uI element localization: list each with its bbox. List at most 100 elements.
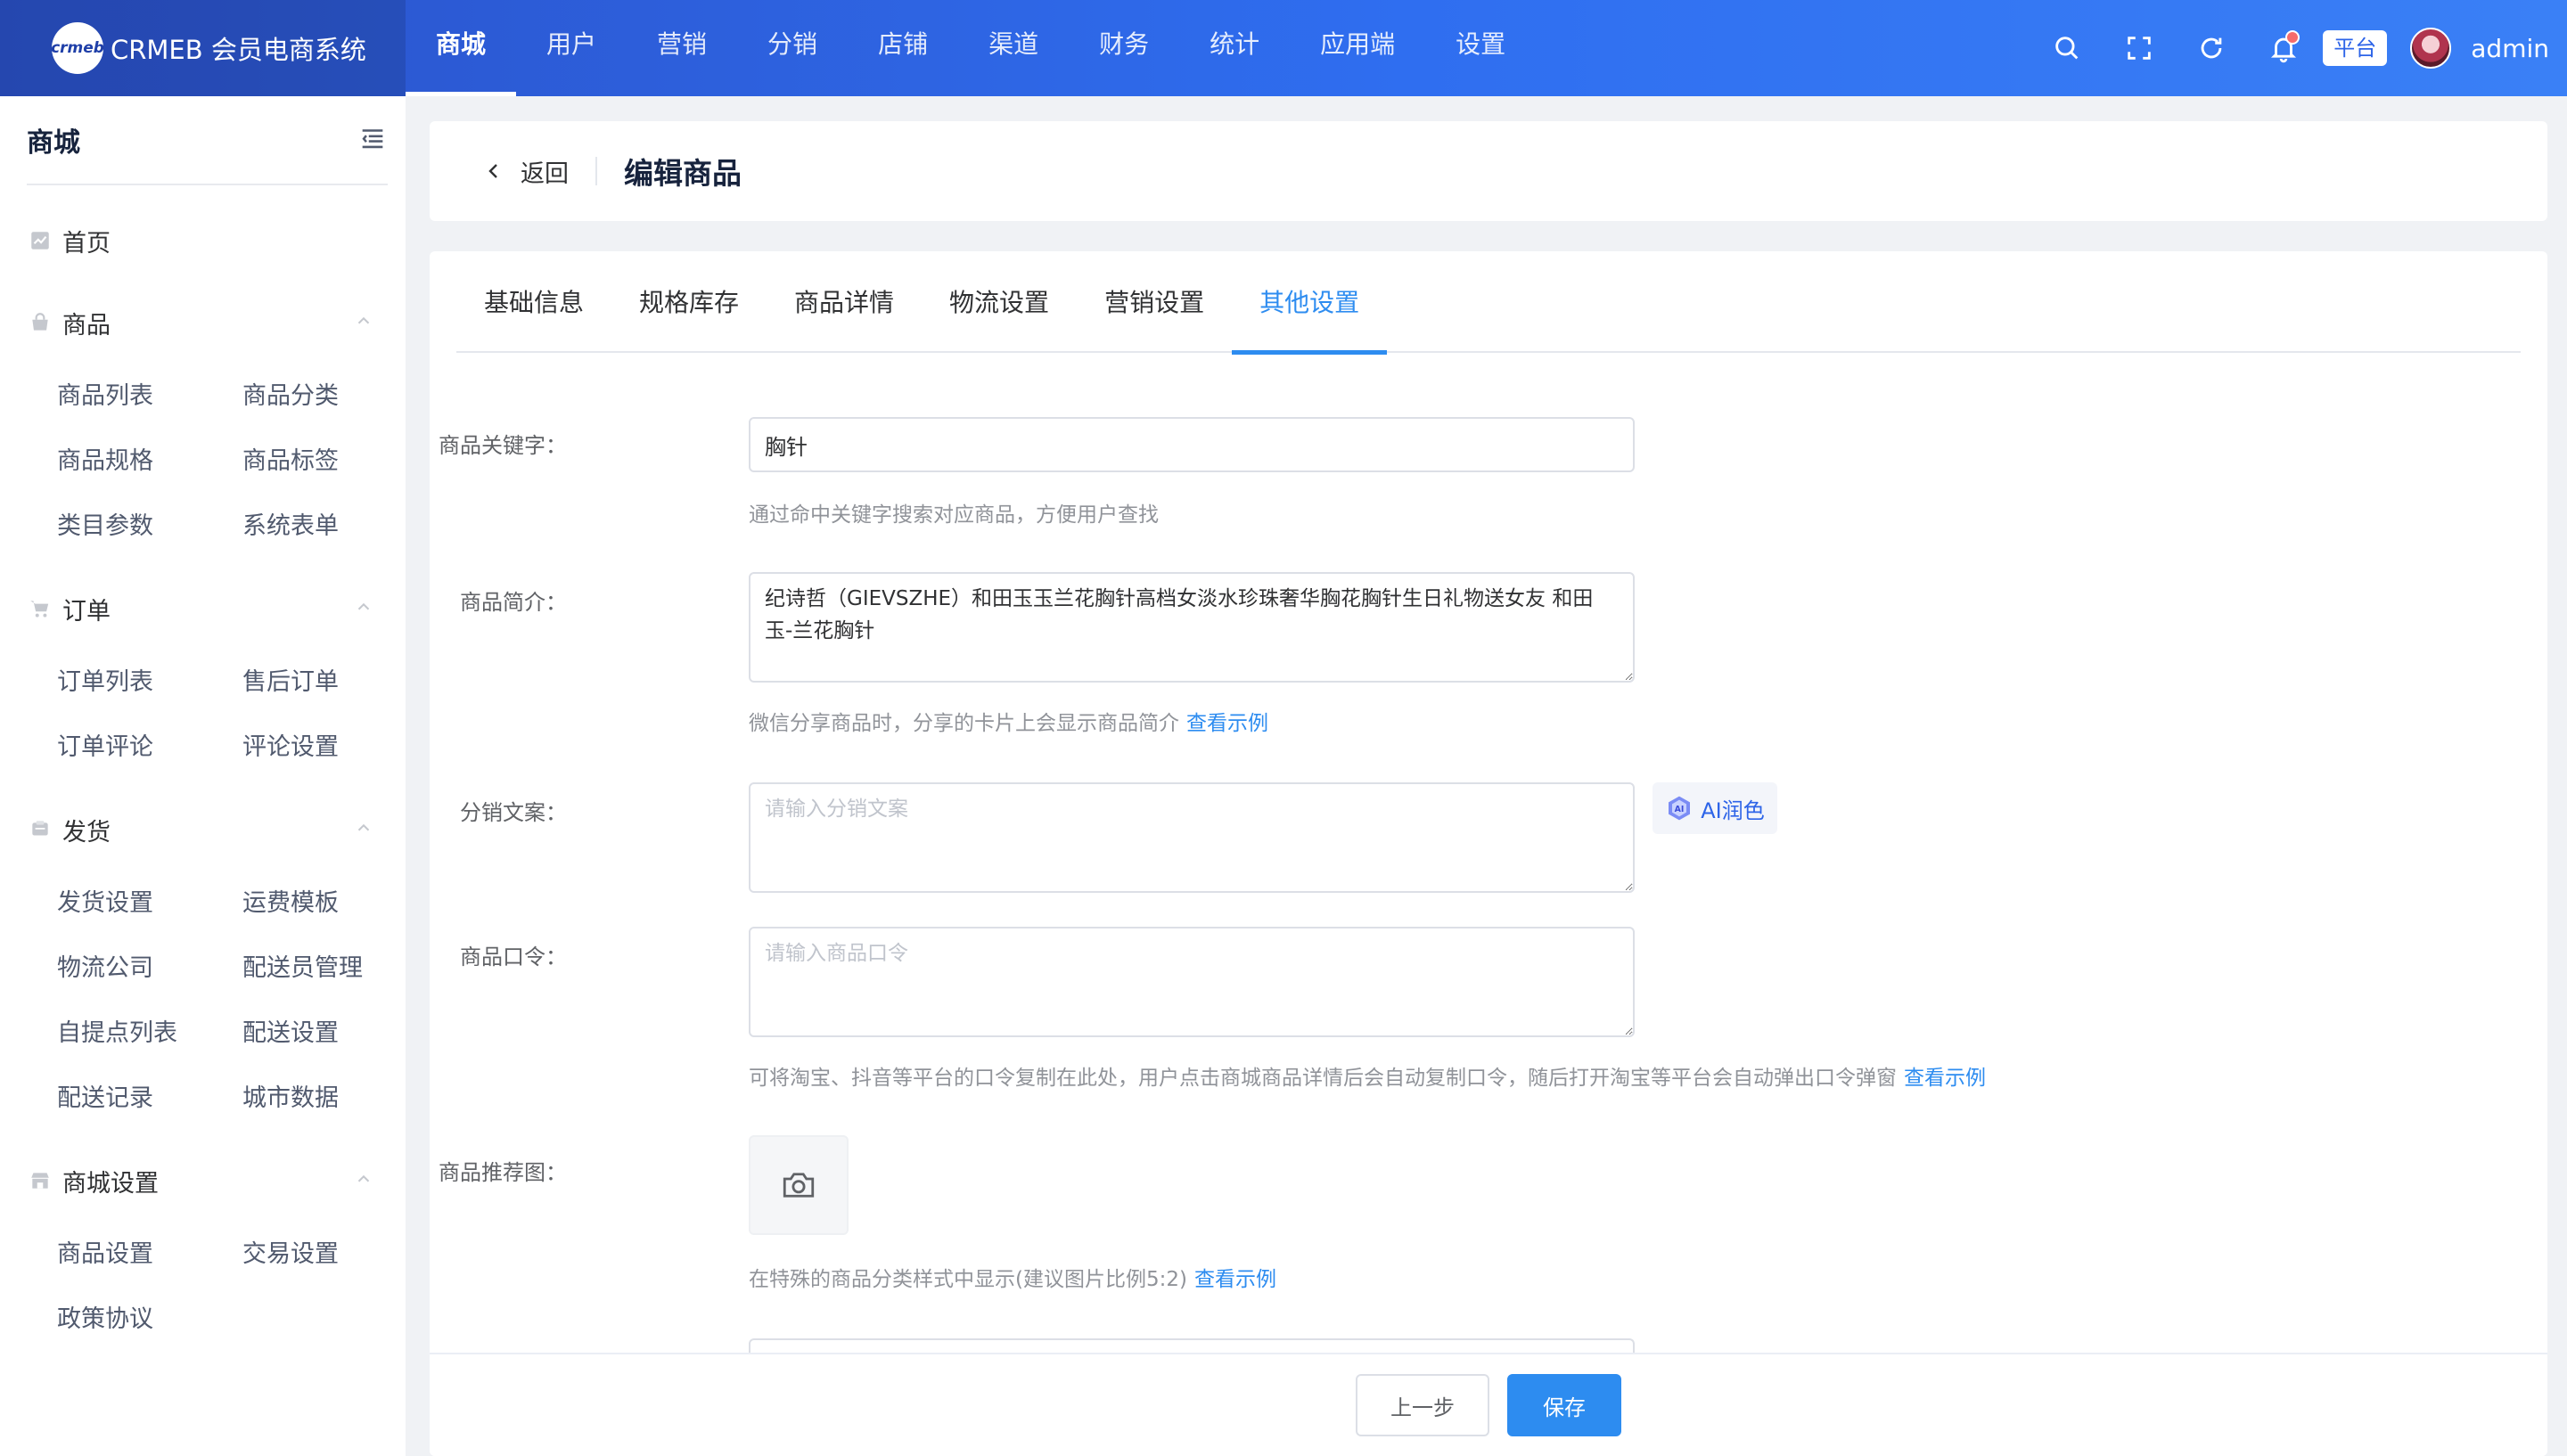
sidebar-item-policy[interactable]: 政策协议 [57,1287,242,1352]
bell-icon[interactable] [2264,29,2303,68]
sidebar-group-mall-settings-head[interactable]: 商城设置 [0,1140,406,1222]
sidebar-item-product-settings[interactable]: 商品设置 [57,1222,242,1287]
sidebar-item-city-data[interactable]: 城市数据 [242,1066,421,1131]
sidebar-item-home[interactable]: 首页 [0,200,406,282]
brand-logo[interactable]: crmeb CRMEB 会员电商系统 [0,0,406,96]
sidebar-group-products-head[interactable]: 商品 [0,282,406,364]
recommend-image-hint-text: 在特殊的商品分类样式中显示(建议图片比例5:2) [749,1268,1187,1291]
chevron-up-icon [354,595,373,623]
sidebar-item-pickup-points[interactable]: 自提点列表 [57,1001,242,1066]
refresh-icon[interactable] [2192,29,2231,68]
top-nav-item-settings[interactable]: 设置 [1425,0,1536,96]
back-button[interactable]: 返回 [483,154,569,189]
sidebar-item-shipping-settings[interactable]: 发货设置 [57,871,242,936]
tab-other-settings[interactable]: 其他设置 [1232,251,1388,355]
sidebar-item-freight-template[interactable]: 运费模板 [242,871,421,936]
sidebar-group-label: 发货 [62,818,111,847]
sidebar-item-order-list[interactable]: 订单列表 [57,650,242,715]
command-hint-text: 可将淘宝、抖音等平台的口令复制在此处，用户点击商城商品详情后会自动复制口令，随后… [749,1067,1897,1090]
prev-step-button[interactable]: 上一步 [1356,1374,1489,1436]
sidebar-item-delivery-settings[interactable]: 配送设置 [242,1001,421,1066]
top-nav-item-distribution[interactable]: 分销 [737,0,848,96]
dashboard-icon [29,229,52,252]
sidebar-item-after-sales[interactable]: 售后订单 [242,650,421,715]
tab-bar: 基础信息 规格库存 商品详情 物流设置 营销设置 其他设置 [456,251,2521,355]
sidebar-item-product-list[interactable]: 商品列表 [57,364,242,429]
top-bar: crmeb CRMEB 会员电商系统 商城 用户 营销 分销 店铺 渠道 财务 … [0,0,2567,96]
menu-collapse-icon[interactable] [357,123,388,157]
sidebar-item-order-reviews[interactable]: 订单评论 [57,715,242,780]
tab-basic-info[interactable]: 基础信息 [456,251,611,353]
save-button[interactable]: 保存 [1507,1374,1621,1436]
sidebar-group-label: 订单 [62,597,111,626]
intro-label: 商品简介： [460,590,567,615]
keyword-hint: 通过命中关键字搜索对应商品，方便用户查找 [749,503,1159,527]
truck-icon [29,818,52,841]
header-divider [595,157,597,185]
tab-spec-stock[interactable]: 规格库存 [611,251,767,353]
ai-polish-label: AI润色 [1701,798,1765,823]
sidebar-group-shipping-head[interactable]: 发货 [0,789,406,871]
command-textarea[interactable] [749,927,1635,1037]
ai-polish-button[interactable]: AI AI润色 [1653,782,1777,834]
top-nav-item-mall[interactable]: 商城 [406,0,517,96]
top-nav: 商城 用户 营销 分销 店铺 渠道 财务 统计 应用端 设置 [406,0,1536,96]
top-nav-item-marketing[interactable]: 营销 [627,0,737,96]
search-icon[interactable] [2047,29,2087,68]
sidebar-item-category-params[interactable]: 类目参数 [57,494,242,559]
sidebar-item-logistics-company[interactable]: 物流公司 [57,936,242,1001]
form-card: 基础信息 规格库存 商品详情 物流设置 营销设置 其他设置 商品关键字： 通过命… [430,251,2547,1456]
sidebar-item-review-settings[interactable]: 评论设置 [242,715,421,780]
ai-icon: AI [1669,796,1691,821]
avatar[interactable] [2410,28,2452,69]
sidebar-item-courier-management[interactable]: 配送员管理 [242,936,421,1001]
tab-product-detail[interactable]: 商品详情 [767,251,922,353]
intro-example-link[interactable]: 查看示例 [1186,712,1268,735]
sidebar-title: 商城 [27,127,80,159]
image-upload-button[interactable] [749,1135,849,1235]
bag-icon [29,311,52,334]
intro-textarea[interactable]: 纪诗哲（GIEVSZHE）和田玉玉兰花胸针高档女淡水珍珠奢华胸花胸针生日礼物送女… [749,572,1635,683]
recommend-image-example-link[interactable]: 查看示例 [1194,1268,1276,1291]
cart-icon [29,597,52,620]
top-nav-item-users[interactable]: 用户 [516,0,627,96]
store-icon [29,1169,52,1192]
username[interactable]: admin [2471,34,2549,63]
top-nav-item-finance[interactable]: 财务 [1069,0,1179,96]
sidebar-item-product-spec[interactable]: 商品规格 [57,429,242,494]
chevron-up-icon [354,309,373,337]
command-label: 商品口令： [460,945,567,969]
keyword-label: 商品关键字： [439,433,567,458]
sidebar-item-product-tags[interactable]: 商品标签 [242,429,421,494]
page-header: 返回 编辑商品 [430,121,2547,221]
sidebar-group-orders-head[interactable]: 订单 [0,568,406,650]
sidebar-item-product-category[interactable]: 商品分类 [242,364,421,429]
keyword-input[interactable] [749,417,1635,472]
top-nav-item-apps[interactable]: 应用端 [1290,0,1425,96]
chevron-left-icon [488,164,497,178]
sidebar-item-trade-settings[interactable]: 交易设置 [242,1222,421,1287]
recommend-image-hint: 在特殊的商品分类样式中显示(建议图片比例5:2) 查看示例 [749,1262,1276,1292]
fullscreen-icon[interactable] [2120,29,2159,68]
top-nav-item-channels[interactable]: 渠道 [958,0,1069,96]
camera-icon [783,1173,815,1198]
sidebar-group-label: 商城设置 [62,1169,159,1198]
sidebar-item-system-form[interactable]: 系统表单 [242,494,421,559]
tab-marketing[interactable]: 营销设置 [1077,251,1232,353]
command-example-link[interactable]: 查看示例 [1904,1067,1986,1090]
top-nav-item-statistics[interactable]: 统计 [1179,0,1290,96]
top-right-tools: 平台 admin [2014,0,2549,96]
sidebar-group-orders: 订单 订单列表 售后订单 订单评论 评论设置 [0,568,406,780]
brand-name: CRMEB 会员电商系统 [111,35,366,65]
distribution-copy-textarea[interactable] [749,782,1635,893]
sidebar-group-shipping: 发货 发货设置 运费模板 物流公司 配送员管理 自提点列表 配送设置 配送记录 … [0,789,406,1131]
tab-logistics[interactable]: 物流设置 [922,251,1077,353]
platform-badge[interactable]: 平台 [2323,30,2388,66]
distribution-copy-label: 分销文案： [460,800,567,825]
sidebar-group-mall-settings: 商城设置 商品设置 交易设置 政策协议 [0,1140,406,1352]
top-nav-item-stores[interactable]: 店铺 [848,0,958,96]
chevron-up-icon [354,1167,373,1195]
sidebar-item-delivery-records[interactable]: 配送记录 [57,1066,242,1131]
logo-mark: crmeb [51,22,104,74]
page-title: 编辑商品 [624,156,742,191]
